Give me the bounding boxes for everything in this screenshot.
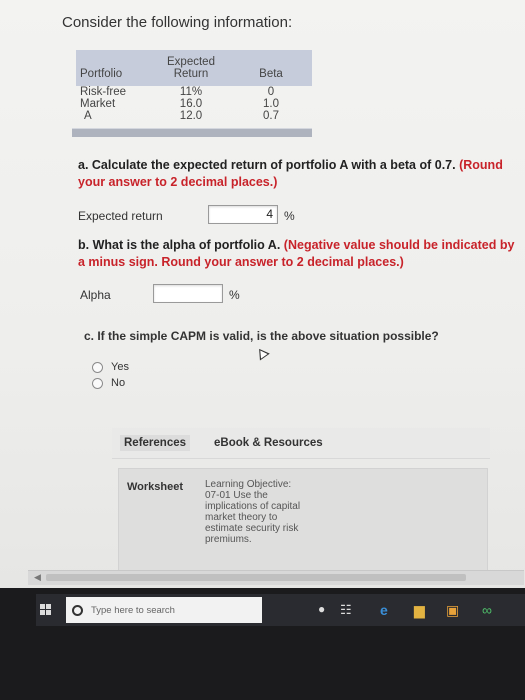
option-yes[interactable]: Yes	[92, 361, 129, 373]
expected-return-unit: %	[284, 209, 295, 223]
tab-ebook-resources[interactable]: eBook & Resources	[214, 437, 323, 449]
worksheet-label: Worksheet	[127, 481, 184, 493]
radio-icon[interactable]	[92, 361, 103, 373]
scrollbar-thumb[interactable]	[46, 574, 466, 581]
learning-objective-text: Learning Objective: 07-01 Use the implic…	[205, 479, 301, 545]
table-row: A 12.0 0.7	[84, 110, 279, 122]
task-view-icon[interactable]: ☷	[340, 602, 352, 618]
mouse-cursor-icon	[254, 345, 270, 361]
edge-browser-icon[interactable]: e	[380, 602, 388, 618]
store-icon[interactable]: ▣	[446, 602, 459, 619]
search-placeholder: Type here to search	[91, 604, 175, 616]
col-expected-return: Expected Return	[167, 56, 215, 80]
horizontal-scrollbar[interactable]: ◀	[28, 570, 524, 585]
references-panel: Worksheet Learning Objective: 07-01 Use …	[118, 468, 488, 582]
expected-return-label: Expected return	[78, 209, 163, 223]
table-row: Risk-free 11% 0	[80, 86, 275, 98]
scroll-left-icon[interactable]: ◀	[34, 572, 41, 583]
browser-screen: Consider the following information: Port…	[0, 0, 525, 588]
col-portfolio: Portfolio	[80, 68, 123, 80]
question-a: a. Calculate the expected return of port…	[78, 158, 503, 189]
table-header: Portfolio Expected Return Beta	[76, 50, 312, 86]
cortana-icon[interactable]	[72, 604, 83, 616]
file-explorer-icon[interactable]: ▆	[414, 602, 425, 619]
taskbar-search[interactable]: Type here to search	[66, 597, 262, 623]
col-beta: Beta	[259, 68, 283, 80]
expected-return-input[interactable]: 4	[208, 205, 278, 224]
option-no[interactable]: No	[92, 377, 125, 389]
windows-start-icon[interactable]	[40, 604, 52, 616]
question-b: b. What is the alpha of portfolio A. (Ne…	[78, 238, 515, 269]
alpha-unit: %	[229, 288, 240, 302]
microphone-icon[interactable]: ●	[318, 602, 325, 616]
app-icon[interactable]: ∞	[482, 602, 492, 618]
problem-heading: Consider the following information:	[62, 14, 293, 31]
alpha-label: Alpha	[80, 288, 111, 302]
data-table: Portfolio Expected Return Beta Risk-free …	[76, 50, 312, 122]
alpha-input[interactable]	[153, 284, 223, 303]
table-row: Market 16.0 1.0	[80, 98, 279, 110]
resource-tabs: References eBook & Resources	[112, 428, 490, 459]
radio-icon[interactable]	[92, 377, 103, 389]
windows-taskbar: Type here to search ● ☷ e ▆ ▣ ∞	[36, 594, 525, 626]
question-c: c. If the simple CAPM is valid, is the a…	[84, 329, 439, 343]
table-footer-bar	[72, 128, 312, 137]
tab-references[interactable]: References	[120, 435, 191, 451]
